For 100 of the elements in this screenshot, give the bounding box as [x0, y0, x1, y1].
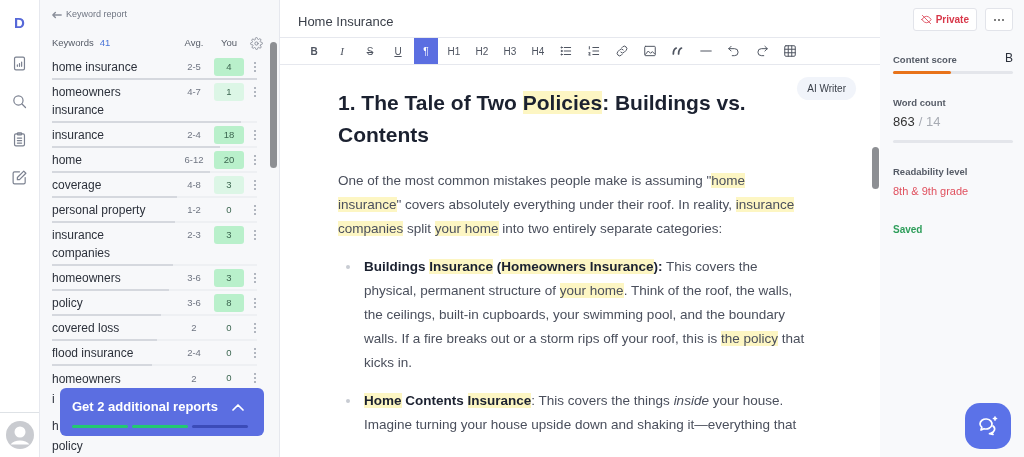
- bullet-dot: [346, 265, 350, 269]
- toolbar-button[interactable]: U: [386, 38, 410, 64]
- redo-icon: [755, 44, 769, 58]
- keyword-usage: 1: [214, 82, 244, 101]
- logo: D: [14, 13, 25, 33]
- word-target: / 14: [918, 113, 941, 132]
- link-icon: [615, 44, 629, 58]
- average-range: 2-3: [186, 227, 202, 242]
- more-icon[interactable]: [253, 85, 257, 98]
- column-header: Avg.: [183, 36, 205, 51]
- keyword-name: insurance: [52, 126, 105, 144]
- edit-icon: [11, 168, 28, 186]
- more-icon[interactable]: [253, 371, 257, 384]
- settings-icon[interactable]: [250, 37, 263, 50]
- toolbar-button[interactable]: I: [330, 38, 354, 64]
- keyword-name: home: [52, 151, 83, 169]
- keyword-name-line: i: [52, 390, 55, 408]
- keyword-name-line: insurance: [52, 101, 105, 119]
- stat-label: Content score: [893, 52, 957, 67]
- more-icon[interactable]: [253, 60, 257, 73]
- keyword-name: policy: [52, 294, 83, 312]
- toolbar-button[interactable]: H3: [498, 38, 522, 64]
- more-icon[interactable]: [253, 128, 257, 141]
- average-range: 6-12: [183, 152, 205, 167]
- toolbar-button[interactable]: H1: [442, 38, 466, 64]
- keyword-name-line: companies: [52, 244, 111, 262]
- list-item-text: Home Contents Insurance: This covers the things inside your house. Imagine turning your house upside down and shaking it—everything that: [364, 392, 798, 434]
- document-title: Home Insurance: [280, 0, 880, 38]
- keyword-name-line: homeowners: [52, 83, 121, 101]
- toolbar-button[interactable]: ¶: [414, 38, 438, 64]
- keyword-name: home insurance: [52, 58, 138, 76]
- keyword-usage: 0: [225, 320, 233, 335]
- numbered-list-icon: [587, 44, 601, 58]
- toolbar-button[interactable]: H2: [470, 38, 494, 64]
- bulleted-list-icon: [559, 44, 573, 58]
- average-range: 3-6: [186, 270, 202, 285]
- keyword-usage: 3: [214, 175, 244, 194]
- column-header: You: [220, 36, 238, 51]
- more-icon[interactable]: [253, 203, 257, 216]
- more-icon[interactable]: [253, 271, 257, 284]
- toolbar-button[interactable]: B: [302, 38, 326, 64]
- keyword-usage: 4: [214, 57, 244, 76]
- content-grade: B: [1005, 50, 1013, 67]
- chat-bubbles-icon: [976, 414, 1000, 438]
- keyword-usage: 20: [214, 150, 244, 169]
- search-icon: [11, 92, 28, 110]
- quote-icon: [671, 44, 685, 58]
- average-range: 1-2: [186, 202, 202, 217]
- promo-banner[interactable]: Get 2 additional reports: [60, 388, 264, 436]
- keyword-name-line: homeowners: [52, 370, 121, 388]
- keyword-name-line: h: [52, 417, 59, 435]
- keyword-usage: 0: [225, 345, 233, 360]
- keyword-usage: 3: [214, 268, 244, 287]
- keyword-usage: 0: [225, 202, 233, 217]
- more-icon[interactable]: [253, 178, 257, 191]
- average-range: 4-8: [186, 177, 202, 192]
- promo-text: Get 2 additional reports: [72, 398, 218, 416]
- average-range: 2-4: [186, 345, 202, 360]
- toolbar-button[interactable]: S: [358, 38, 382, 64]
- chat-button[interactable]: [965, 403, 1011, 449]
- back-arrow-icon[interactable]: [52, 10, 62, 19]
- keyword-usage: 8: [214, 293, 244, 312]
- average-range: 2: [190, 371, 198, 386]
- save-status: Saved: [893, 222, 924, 237]
- ai-writer-button[interactable]: AI Writer: [797, 77, 856, 100]
- average-range: 2-4: [186, 127, 202, 142]
- average-range: 4-7: [186, 84, 202, 99]
- keyword-usage: 18: [214, 125, 244, 144]
- private-button[interactable]: Private: [912, 8, 977, 31]
- table-icon: [783, 44, 797, 58]
- readability-value: 8th & 9th grade: [893, 184, 970, 199]
- keyword-usage: 0: [225, 370, 233, 385]
- more-icon[interactable]: [253, 296, 257, 309]
- more-icon[interactable]: [253, 346, 257, 359]
- more-icon[interactable]: [253, 228, 257, 241]
- chevron-up-icon[interactable]: [232, 402, 244, 411]
- image-icon: [643, 44, 657, 58]
- more-icon[interactable]: [253, 153, 257, 166]
- section-heading: 1. The Tale of Two Policies: Buildings vs. Contents: [338, 90, 747, 148]
- more-icon: [993, 18, 1005, 23]
- average-range: 2: [190, 320, 198, 335]
- toolbar-button[interactable]: H4: [526, 38, 550, 64]
- back-link[interactable]: Keyword report: [66, 8, 128, 22]
- keyword-name: covered loss: [52, 319, 120, 337]
- word-count: 863: [893, 113, 915, 132]
- stat-label: Word count: [893, 96, 947, 110]
- keyword-name-line: policy: [52, 437, 83, 455]
- more-icon[interactable]: [253, 321, 257, 334]
- keyword-name: flood insurance: [52, 344, 134, 362]
- keyword-name: coverage: [52, 176, 102, 194]
- avatar-icon[interactable]: [5, 421, 34, 449]
- report-icon: [11, 54, 28, 72]
- eye-slash-icon: [920, 14, 932, 25]
- average-range: 2-5: [186, 59, 202, 74]
- stat-label: Readability level: [893, 164, 969, 179]
- keyword-name-line: insurance: [52, 226, 105, 244]
- paragraph: One of the most common mistakes people make is assuming "home insurance" covers absolutely everything under their roof. In reality, insurance companies split your home into two entirely separate categories:: [338, 172, 796, 238]
- keyword-usage: 3: [214, 225, 244, 244]
- list-item-text: Buildings Insurance (Homeowners Insurance): This covers the physical, permanent structure of your home. Think of the roof, the walls, the ceilings, built-in cupboards, your swimming pool, and the boundary walls. If a fire breaks out or a storm rips off your roof, this is the policy that kicks in.: [364, 258, 806, 372]
- bullet-dot: [346, 399, 350, 403]
